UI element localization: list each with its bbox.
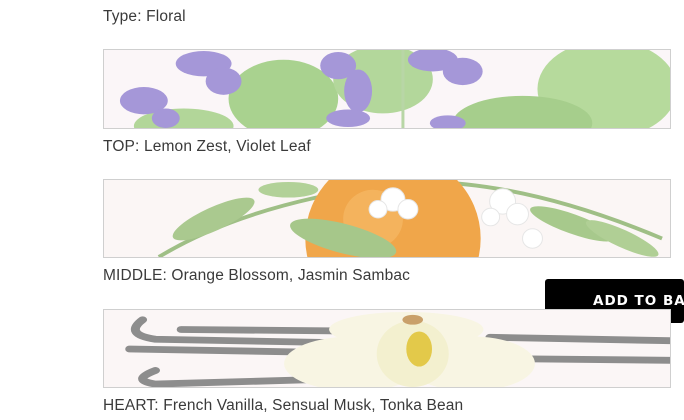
top-notes-label: TOP: Lemon Zest, Violet Leaf — [103, 138, 311, 155]
middle-note-image — [103, 179, 671, 258]
heart-note-image — [103, 309, 671, 388]
top-note-image — [103, 49, 671, 129]
type-label: Type: Floral — [103, 8, 186, 25]
middle-notes-label: MIDDLE: Orange Blossom, Jasmin Sambac — [103, 267, 411, 284]
heart-notes-label: HEART: French Vanilla, Sensual Musk, Ton… — [103, 397, 464, 414]
